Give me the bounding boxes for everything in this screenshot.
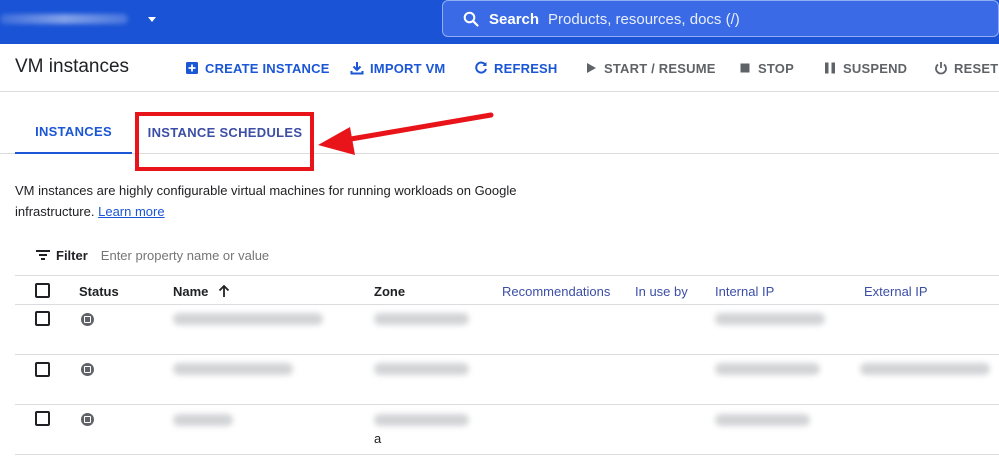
column-name-label: Name [173,284,209,299]
row-checkbox[interactable] [35,411,50,426]
external-ip-redacted[interactable] [860,363,990,375]
column-external-ip[interactable]: External IP [864,284,928,299]
zone-redacted [374,363,469,375]
select-all-checkbox[interactable] [35,283,50,298]
search-icon [463,11,479,27]
download-icon [350,62,364,75]
table-row[interactable] [15,355,999,405]
filter-bar: Filter [36,246,401,264]
tab-instance-schedules[interactable]: INSTANCE SCHEDULES [140,110,310,154]
column-internal-ip[interactable]: Internal IP [715,284,774,299]
stopped-status-icon [81,413,94,426]
create-instance-button[interactable]: CREATE INSTANCE [185,59,330,77]
instances-table: Status Name Zone Recommendations In use … [15,275,999,455]
search-bar[interactable]: Search Products, resources, docs (/) [442,0,999,37]
start-resume-button[interactable]: START / RESUME [584,59,716,77]
refresh-icon [475,61,487,74]
top-bar: Search Products, resources, docs (/) [0,0,999,44]
stop-label: STOP [758,60,794,76]
tab-instances[interactable]: INSTANCES [15,110,132,154]
stop-button[interactable]: STOP [738,59,794,77]
description-text: VM instances are highly configurable vir… [15,183,517,219]
suspend-button[interactable]: SUSPEND [823,59,907,77]
suspend-label: SUSPEND [843,60,908,76]
row-checkbox[interactable] [35,362,50,377]
row-checkbox[interactable] [35,311,50,326]
add-box-icon [186,62,198,74]
filter-label: Filter [56,247,88,263]
arrow-up-icon [218,284,230,297]
zone-redacted [374,313,469,325]
search-label: Search [489,11,540,28]
table-header: Status Name Zone Recommendations In use … [15,275,999,305]
instance-name-redacted[interactable] [173,414,233,426]
column-zone[interactable]: Zone [374,284,405,299]
reset-label: RESET [954,60,999,76]
import-vm-button[interactable]: IMPORT VM [350,59,445,77]
zone-redacted [374,414,469,426]
power-icon [935,62,947,75]
search-placeholder[interactable]: Products, resources, docs (/) [548,11,740,28]
stopped-status-icon [81,313,94,326]
page-title: VM instances [15,56,130,77]
tab-bar: INSTANCES INSTANCE SCHEDULES [0,110,999,154]
chevron-down-icon [148,17,156,22]
learn-more-link[interactable]: Learn more [98,204,164,219]
internal-ip-redacted [715,363,820,375]
column-name[interactable]: Name [173,284,231,299]
column-recommendations[interactable]: Recommendations [502,284,610,299]
page-description: VM instances are highly configurable vir… [15,180,535,222]
reset-button[interactable]: RESET [934,59,998,77]
internal-ip-redacted [715,414,810,426]
pause-icon [825,62,835,74]
instance-name-redacted[interactable] [173,363,293,375]
play-icon [587,63,596,73]
project-selector[interactable] [0,8,160,30]
create-instance-label: CREATE INSTANCE [205,60,330,76]
table-row[interactable] [15,305,999,355]
toolbar: VM instances CREATE INSTANCE IMPORT VM R… [0,44,999,92]
stop-icon [740,63,750,73]
refresh-button[interactable]: REFRESH [474,59,558,77]
project-name-redacted [0,14,128,24]
zone-suffix: a [374,431,382,446]
start-resume-label: START / RESUME [604,60,716,76]
column-status[interactable]: Status [79,284,119,299]
instance-name-redacted[interactable] [173,313,323,325]
table-row[interactable]: a [15,405,999,455]
column-in-use-by[interactable]: In use by [635,284,688,299]
filter-input[interactable] [100,247,401,263]
stopped-status-icon [81,363,94,376]
import-vm-label: IMPORT VM [370,60,446,76]
refresh-label: REFRESH [494,60,558,76]
filter-icon [36,250,50,260]
internal-ip-redacted [715,313,825,325]
